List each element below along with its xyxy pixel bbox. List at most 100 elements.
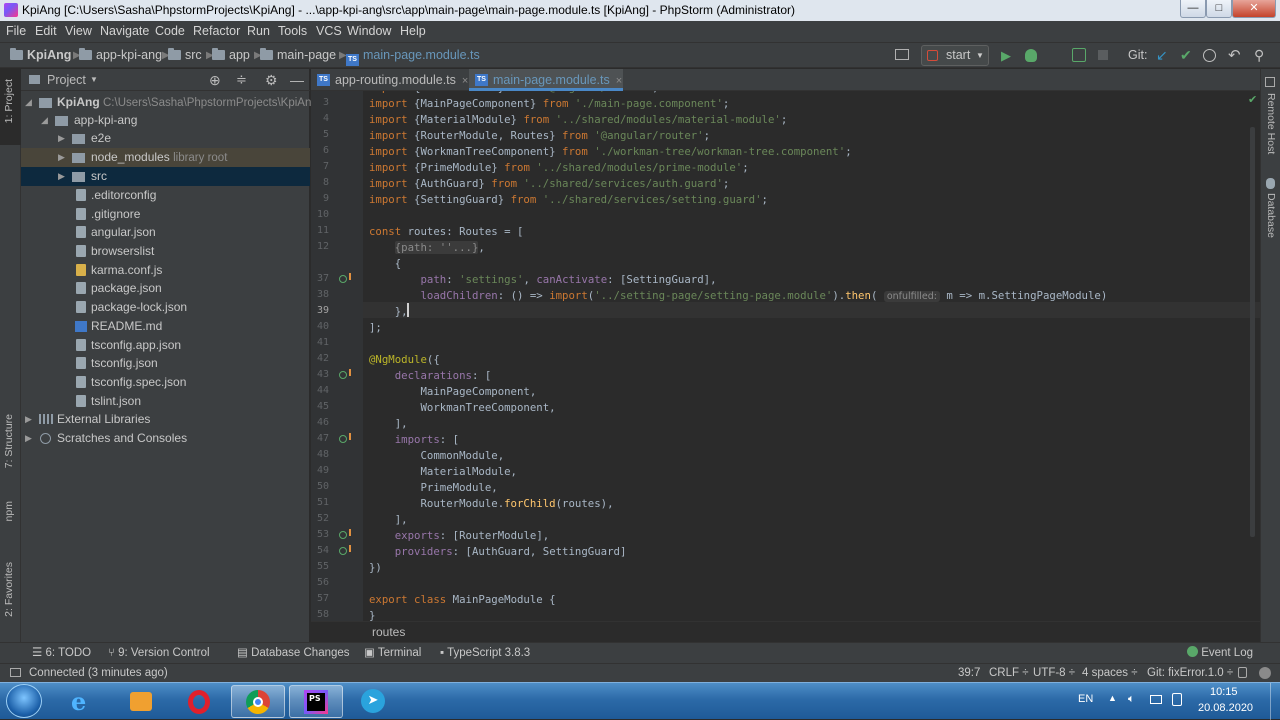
clock-date[interactable]: 20.08.2020 (1198, 702, 1253, 714)
todo-tool-button[interactable]: ☰ 6: TODO (32, 643, 91, 663)
status-window-icon[interactable] (10, 668, 21, 677)
menu-file[interactable]: File (6, 21, 26, 42)
close-tab-icon[interactable]: × (616, 75, 622, 87)
tree-item[interactable]: README.md (21, 317, 310, 336)
npm-tool-tab[interactable]: npm (3, 501, 15, 521)
implemented-marker-icon[interactable] (339, 369, 351, 379)
database-tool-tab[interactable]: Database (1265, 193, 1277, 238)
taskbar-ie-button[interactable]: e (57, 685, 111, 718)
tree-item[interactable]: ▶ e2e (21, 129, 310, 148)
gear-icon[interactable]: ⚙ (265, 69, 278, 91)
project-tool-tab[interactable]: 1: Project (3, 79, 15, 123)
show-desktop-button[interactable] (1270, 683, 1280, 720)
caret-position[interactable]: 39:7 (958, 664, 980, 682)
vcs-update-icon[interactable]: ↙ (1156, 43, 1168, 68)
breadcrumb-item[interactable]: routes (372, 622, 405, 642)
coverage-icon[interactable] (1072, 48, 1086, 62)
terminal-tool-button[interactable]: ▣ Terminal (364, 643, 421, 663)
implemented-marker-icon[interactable] (339, 273, 351, 283)
menu-tools[interactable]: Tools (278, 21, 307, 42)
taskbar-phpstorm-button[interactable]: PS (289, 685, 343, 718)
tab-main-page[interactable]: TS main-page.module.ts × (469, 69, 623, 91)
crumb-app-kpi-ang[interactable]: app-kpi-ang (79, 43, 162, 68)
stop-icon[interactable] (1098, 50, 1108, 60)
tree-item[interactable]: browserslist (21, 242, 310, 261)
taskbar-telegram-button[interactable]: ➤ (347, 685, 401, 718)
tree-item[interactable]: .editorconfig (21, 186, 310, 205)
tab-app-routing[interactable]: TS app-routing.module.ts × (311, 69, 469, 91)
tree-item[interactable]: tsconfig.spec.json (21, 373, 310, 392)
tree-item[interactable]: angular.json (21, 223, 310, 242)
code-editor[interactable]: 3 4 5 6 7 8 9 10 11 12 37 38 39 40 41 42… (311, 91, 1260, 621)
tree-item-selected[interactable]: ▶ src (21, 167, 310, 186)
close-button[interactable]: ✕ (1232, 0, 1276, 18)
tree-item[interactable]: package-lock.json (21, 298, 310, 317)
collapse-arrow-icon[interactable]: ▶ (58, 129, 65, 148)
event-log-tool-button[interactable]: Event Log (1187, 643, 1253, 663)
database-changes-tool-button[interactable]: ▤ Database Changes (237, 643, 350, 663)
battery-icon[interactable] (1172, 693, 1182, 706)
search-icon[interactable]: ⚲ (1254, 43, 1264, 68)
implemented-marker-icon[interactable] (339, 433, 351, 443)
run-config-window-icon[interactable] (895, 49, 909, 60)
menu-refactor[interactable]: Refactor (193, 21, 240, 42)
tree-item[interactable]: package.json (21, 279, 310, 298)
tree-item[interactable]: tsconfig.json (21, 354, 310, 373)
tray-expand-icon[interactable]: ▲ (1108, 693, 1117, 703)
tree-item[interactable]: .gitignore (21, 205, 310, 224)
vcs-commit-icon[interactable]: ✔ (1180, 43, 1192, 68)
crumb-app[interactable]: app (212, 43, 250, 68)
debug-icon[interactable] (1025, 49, 1037, 62)
menu-navigate[interactable]: Navigate (100, 21, 149, 42)
start-button[interactable] (6, 684, 42, 718)
collapse-arrow-icon[interactable]: ▶ (58, 148, 65, 167)
menu-window[interactable]: Window (347, 21, 391, 42)
menu-help[interactable]: Help (400, 21, 426, 42)
taskbar-opera-button[interactable] (173, 685, 227, 718)
crumb-src[interactable]: src (168, 43, 202, 68)
lock-icon[interactable] (1238, 667, 1247, 678)
favorites-tool-tab[interactable]: 2: Favorites (3, 562, 15, 617)
crumb-main-page[interactable]: main-page (260, 43, 336, 68)
tree-item[interactable]: tslint.json (21, 392, 310, 411)
tree-item[interactable]: tsconfig.app.json (21, 336, 310, 355)
version-control-tool-button[interactable]: ⑂ 9: Version Control (108, 643, 210, 663)
locate-icon[interactable]: ⊕ (209, 69, 221, 91)
close-tab-icon[interactable]: × (462, 75, 468, 87)
tree-root[interactable]: ◢ KpiAng C:\Users\Sasha\PhpstormProjects… (21, 93, 318, 112)
tree-item[interactable]: ▶ node_modules library root (21, 148, 310, 167)
maximize-button[interactable]: □ (1206, 0, 1232, 18)
taskbar-media-button[interactable] (115, 685, 169, 718)
tree-item[interactable]: ▶ External Libraries (21, 410, 310, 429)
menu-run[interactable]: Run (247, 21, 270, 42)
rollback-icon[interactable]: ↶ (1228, 43, 1241, 68)
collapse-arrow-icon[interactable]: ▶ (25, 410, 32, 429)
expand-arrow-icon[interactable]: ◢ (41, 111, 48, 130)
implemented-marker-icon[interactable] (339, 529, 351, 539)
chevron-down-icon[interactable]: ▼ (90, 69, 98, 91)
hide-panel-icon[interactable]: — (290, 69, 304, 91)
encoding-select[interactable]: UTF-8 ÷ (1033, 664, 1075, 682)
typescript-tool-button[interactable]: ▪ TypeScript 3.8.3 (440, 643, 530, 663)
remote-host-tool-tab[interactable]: Remote Host (1265, 93, 1277, 154)
tree-item[interactable]: ▶ Scratches and Consoles (21, 429, 310, 448)
menu-view[interactable]: View (65, 21, 92, 42)
git-branch-select[interactable]: Git: fixError.1.0 ÷ (1147, 664, 1233, 682)
tree-item[interactable]: karma.conf.js (21, 261, 310, 280)
crumb-file[interactable]: TS main-page.module.ts (346, 43, 480, 68)
run-icon[interactable]: ▶ (1001, 43, 1011, 68)
menu-code[interactable]: Code (155, 21, 185, 42)
scrollbar-thumb[interactable] (1250, 127, 1255, 537)
indent-select[interactable]: 4 spaces ÷ (1082, 664, 1138, 682)
run-config-select[interactable]: start ▼ (921, 45, 989, 66)
line-separator-select[interactable]: CRLF ÷ (989, 664, 1029, 682)
implemented-marker-icon[interactable] (339, 545, 351, 555)
collapse-all-icon[interactable]: ≑ (236, 69, 247, 91)
inspection-ok-icon[interactable]: ✔ (1248, 93, 1257, 106)
crumb-kpiang[interactable]: KpiAng (10, 43, 71, 68)
network-icon[interactable] (1150, 695, 1162, 704)
menu-edit[interactable]: Edit (35, 21, 57, 42)
clock-time[interactable]: 10:15 (1210, 686, 1238, 698)
history-icon[interactable] (1203, 49, 1216, 62)
menu-vcs[interactable]: VCS (316, 21, 342, 42)
